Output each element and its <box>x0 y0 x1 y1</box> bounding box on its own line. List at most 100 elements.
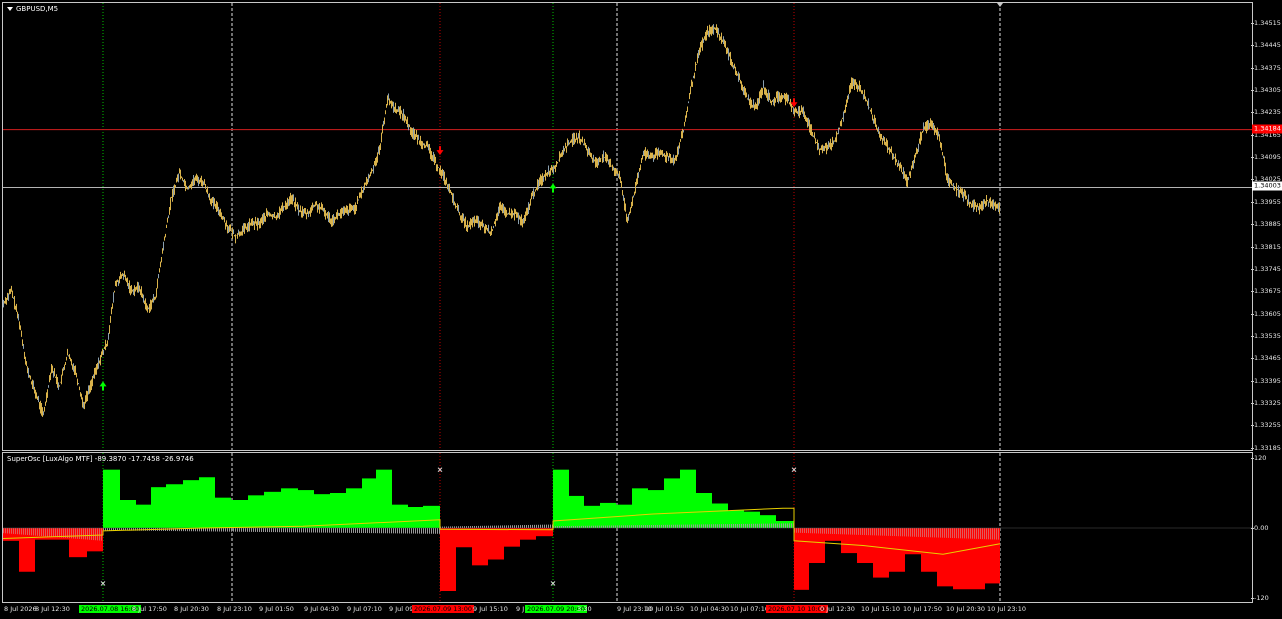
neutral-hist-bar <box>695 524 696 528</box>
neutral-hist-bar <box>848 528 849 535</box>
oscillator-svg <box>3 453 1252 602</box>
neutral-hist-bar <box>508 525 509 528</box>
neutral-hist-bar <box>55 528 56 538</box>
neutral-hist-bar <box>603 525 604 528</box>
neutral-hist-bar <box>932 528 933 538</box>
neutral-hist-bar <box>697 524 698 528</box>
neutral-hist-bar <box>673 524 674 528</box>
neutral-hist-bar <box>107 528 108 531</box>
neutral-hist-bar <box>944 528 945 538</box>
neutral-hist-bar <box>470 526 471 528</box>
neutral-hist-bar <box>834 528 835 535</box>
neutral-hist-bar <box>950 528 951 538</box>
neutral-hist-bar <box>277 528 278 533</box>
neutral-hist-bar <box>526 525 527 528</box>
osc-bar <box>456 528 472 548</box>
neutral-hist-bar <box>237 528 238 532</box>
neutral-hist-bar <box>231 528 232 532</box>
neutral-hist-bar <box>383 528 384 534</box>
neutral-hist-bar <box>681 524 682 528</box>
neutral-hist-bar <box>281 528 282 533</box>
neutral-hist-bar <box>880 528 881 536</box>
neutral-hist-bar <box>7 528 8 534</box>
neutral-hist-bar <box>319 528 320 533</box>
neutral-hist-bar <box>415 528 416 534</box>
neutral-hist-bar <box>215 528 216 532</box>
neutral-hist-bar <box>685 524 686 528</box>
neutral-hist-bar <box>339 528 340 533</box>
neutral-hist-bar <box>789 523 790 528</box>
price-tick-label: 1.33955 <box>1251 197 1281 206</box>
price-tick-label: 1.34375 <box>1251 63 1281 72</box>
neutral-hist-bar <box>699 524 700 528</box>
neutral-hist-bar <box>407 528 408 534</box>
neutral-hist-bar <box>478 525 479 528</box>
neutral-hist-bar <box>421 528 422 534</box>
neutral-hist-bar <box>375 528 376 534</box>
price-chart-pane[interactable]: GBPUSD,M5 <box>2 2 1253 451</box>
neutral-hist-bar <box>896 528 897 537</box>
neutral-hist-bar <box>781 523 782 528</box>
price-tick-label: 1.34095 <box>1251 153 1281 162</box>
osc-tick-label: 120 <box>1250 454 1267 462</box>
neutral-hist-bar <box>251 528 252 532</box>
neutral-hist-bar <box>741 523 742 528</box>
neutral-hist-bar <box>353 528 354 533</box>
neutral-hist-bar <box>757 523 758 528</box>
osc-bar <box>632 488 648 528</box>
osc-bar <box>264 491 281 528</box>
neutral-hist-bar <box>988 528 989 540</box>
neutral-hist-bar <box>89 528 90 540</box>
neutral-hist-bar <box>986 528 987 540</box>
neutral-hist-bar <box>269 528 270 533</box>
chart-menu-icon[interactable] <box>7 7 13 11</box>
neutral-hist-bar <box>605 525 606 528</box>
neutral-hist-bar <box>341 528 342 533</box>
neutral-hist-bar <box>27 528 28 535</box>
neutral-hist-bar <box>327 528 328 533</box>
neutral-hist-bar <box>619 525 620 528</box>
neutral-hist-bar <box>371 528 372 534</box>
neutral-hist-bar <box>765 523 766 528</box>
chart-title: GBPUSD,M5 <box>7 5 58 13</box>
neutral-hist-bar <box>225 528 226 532</box>
neutral-hist-bar <box>267 528 268 533</box>
neutral-hist-bar <box>245 528 246 532</box>
neutral-hist-bar <box>717 524 718 528</box>
neutral-hist-bar <box>433 528 434 534</box>
osc-bar <box>330 493 346 528</box>
neutral-hist-bar <box>367 528 368 534</box>
osc-bar <box>488 528 504 560</box>
neutral-hist-bar <box>683 524 684 528</box>
neutral-hist-bar <box>321 528 322 533</box>
osc-bar <box>248 495 264 528</box>
time-label: 3:30 <box>577 605 592 613</box>
neutral-hist-bar <box>516 525 517 528</box>
neutral-hist-bar <box>689 524 690 528</box>
oscillator-pane[interactable]: SuperOsc [LuxAlgo MTF] -89.3870 -17.7458… <box>2 452 1253 603</box>
neutral-hist-bar <box>83 528 84 540</box>
price-tick-label: 1.33255 <box>1251 421 1281 430</box>
neutral-hist-bar <box>429 528 430 534</box>
osc-bar <box>794 528 809 590</box>
neutral-hist-bar <box>956 528 957 539</box>
neutral-hist-bar <box>53 528 54 537</box>
neutral-hist-bar <box>205 528 206 532</box>
time-label: 10 Jul 20:30 <box>946 605 985 613</box>
time-label: 0 Jul 12:30 <box>820 605 855 613</box>
neutral-hist-bar <box>425 528 426 534</box>
time-label-highlighted: 2026.07.09 13:00 <box>412 605 475 613</box>
osc-bar <box>151 487 166 528</box>
neutral-hist-bar <box>625 525 626 528</box>
neutral-hist-bar <box>912 528 913 537</box>
neutral-hist-bar <box>520 525 521 528</box>
neutral-hist-bar <box>906 528 907 537</box>
osc-tick-label: -120 <box>1251 594 1269 602</box>
neutral-hist-bar <box>229 528 230 532</box>
neutral-hist-bar <box>667 524 668 528</box>
neutral-hist-bar <box>649 525 650 528</box>
neutral-hist-bar <box>749 523 750 528</box>
time-label: 8 Jul 23:10 <box>217 605 252 613</box>
neutral-hist-bar <box>767 523 768 528</box>
osc-bar <box>362 478 376 528</box>
